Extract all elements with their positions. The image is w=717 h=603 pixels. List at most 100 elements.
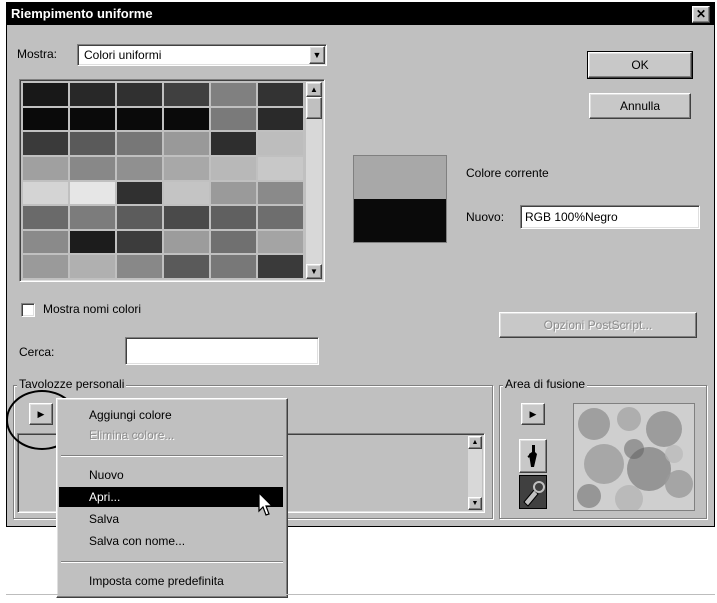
color-swatch[interactable] [163,106,210,132]
scroll-thumb[interactable] [306,97,322,119]
color-swatch[interactable] [69,106,116,132]
cancel-button[interactable]: Annulla [589,93,691,119]
menu-separator [61,455,283,457]
ok-button[interactable]: OK [587,51,693,79]
color-swatch[interactable] [69,254,116,279]
new-color-swatch [354,199,446,242]
color-swatch[interactable] [257,155,304,181]
color-swatch[interactable] [163,205,210,230]
mostra-value: Colori uniformi [84,48,162,62]
custom-palette-label: Tavolozze personali [17,377,127,391]
color-swatch[interactable] [210,205,257,230]
menu-item-open[interactable]: Apri... [59,487,283,507]
color-swatch[interactable] [69,131,116,156]
dialog-title: Riempimento uniforme [11,6,153,21]
color-swatch[interactable] [210,229,257,255]
delete-color-label: Elimina colore... [89,428,175,442]
palette-context-menu: Aggiungi colore Elimina colore... Nuovo … [56,398,288,598]
custom-scroll-up-button[interactable]: ▲ [468,436,482,449]
mostra-select[interactable]: Colori uniformi ▼ [77,44,327,66]
color-swatch[interactable] [22,155,69,181]
postscript-options-button[interactable]: Opzioni PostScript... [499,312,697,338]
color-swatch[interactable] [163,155,210,181]
dropper-tool-button[interactable] [519,439,547,473]
mostra-label: Mostra: [17,47,58,61]
custom-palette-scrollbar[interactable]: ▲ ▼ [468,436,482,510]
blend-area-label: Area di fusione [503,377,588,391]
search-input[interactable] [125,337,319,365]
color-swatch[interactable] [210,254,257,279]
menu-item-set-default[interactable]: Imposta come predefinita [57,571,287,591]
color-swatch[interactable] [22,205,69,230]
color-swatch[interactable] [116,155,163,181]
color-swatch[interactable] [22,82,69,107]
menu-item-new[interactable]: Nuovo [57,465,287,485]
color-preview [353,155,447,243]
color-swatch[interactable] [210,155,257,181]
color-swatch[interactable] [22,229,69,255]
color-swatch[interactable] [257,82,304,107]
swatch-grid [22,82,304,279]
color-swatch[interactable] [22,131,69,156]
color-swatch[interactable] [116,205,163,230]
color-swatch[interactable] [257,205,304,230]
color-swatch[interactable] [210,131,257,156]
menu-item-save[interactable]: Salva [57,509,287,529]
show-names-checkbox[interactable] [21,303,35,317]
new-color-label: Nuovo: [466,210,505,224]
color-swatch[interactable] [210,82,257,107]
color-swatch[interactable] [69,155,116,181]
color-swatch[interactable] [116,180,163,206]
bottom-divider [6,594,715,595]
brush-tool-button[interactable] [519,475,547,509]
color-swatch[interactable] [210,106,257,132]
close-button[interactable]: ✕ [692,6,710,23]
ok-label: OK [631,58,649,72]
color-swatch[interactable] [22,106,69,132]
scroll-down-button[interactable]: ▼ [306,264,322,279]
blend-mixing-area[interactable] [573,403,695,511]
custom-scroll-down-button[interactable]: ▼ [468,497,482,510]
color-swatch[interactable] [116,229,163,255]
color-swatch[interactable] [116,254,163,279]
scroll-up-button[interactable]: ▲ [306,82,322,97]
dropper-icon [527,445,537,467]
search-label: Cerca: [19,345,55,359]
old-color-swatch [354,156,446,199]
color-swatch[interactable] [257,229,304,255]
color-swatch[interactable] [257,106,304,132]
new-label: Nuovo [89,468,124,482]
color-swatch[interactable] [163,131,210,156]
color-swatch[interactable] [257,254,304,279]
color-swatch[interactable] [116,82,163,107]
new-color-field[interactable]: RGB 100%Negro [520,205,700,229]
blend-area-menu-button[interactable]: ▶ [521,403,545,425]
color-swatch[interactable] [69,229,116,255]
color-swatch[interactable] [69,205,116,230]
color-swatch[interactable] [163,82,210,107]
menu-item-add-color[interactable]: Aggiungi colore [57,405,287,425]
mostra-dropdown-button[interactable]: ▼ [309,46,325,64]
palette-scrollbar[interactable]: ▲ ▼ [306,82,322,279]
color-palette: ▲ ▼ [19,79,325,282]
color-swatch[interactable] [163,229,210,255]
current-color-label: Colore corrente [466,166,549,180]
save-label: Salva [89,512,120,526]
save-as-label: Salva con nome... [89,534,186,548]
play-arrow-icon: ▶ [529,408,537,419]
color-swatch[interactable] [116,106,163,132]
new-color-value: RGB 100%Negro [525,210,618,224]
color-swatch[interactable] [22,254,69,279]
menu-item-delete-color[interactable]: Elimina colore... [57,425,287,445]
color-swatch[interactable] [69,82,116,107]
color-swatch[interactable] [69,180,116,206]
color-swatch[interactable] [210,180,257,206]
menu-item-save-as[interactable]: Salva con nome... [57,531,287,551]
color-swatch[interactable] [163,180,210,206]
set-default-label: Imposta come predefinita [89,574,224,588]
color-swatch[interactable] [257,131,304,156]
color-swatch[interactable] [257,180,304,206]
color-swatch[interactable] [22,180,69,206]
color-swatch[interactable] [163,254,210,279]
color-swatch[interactable] [116,131,163,156]
